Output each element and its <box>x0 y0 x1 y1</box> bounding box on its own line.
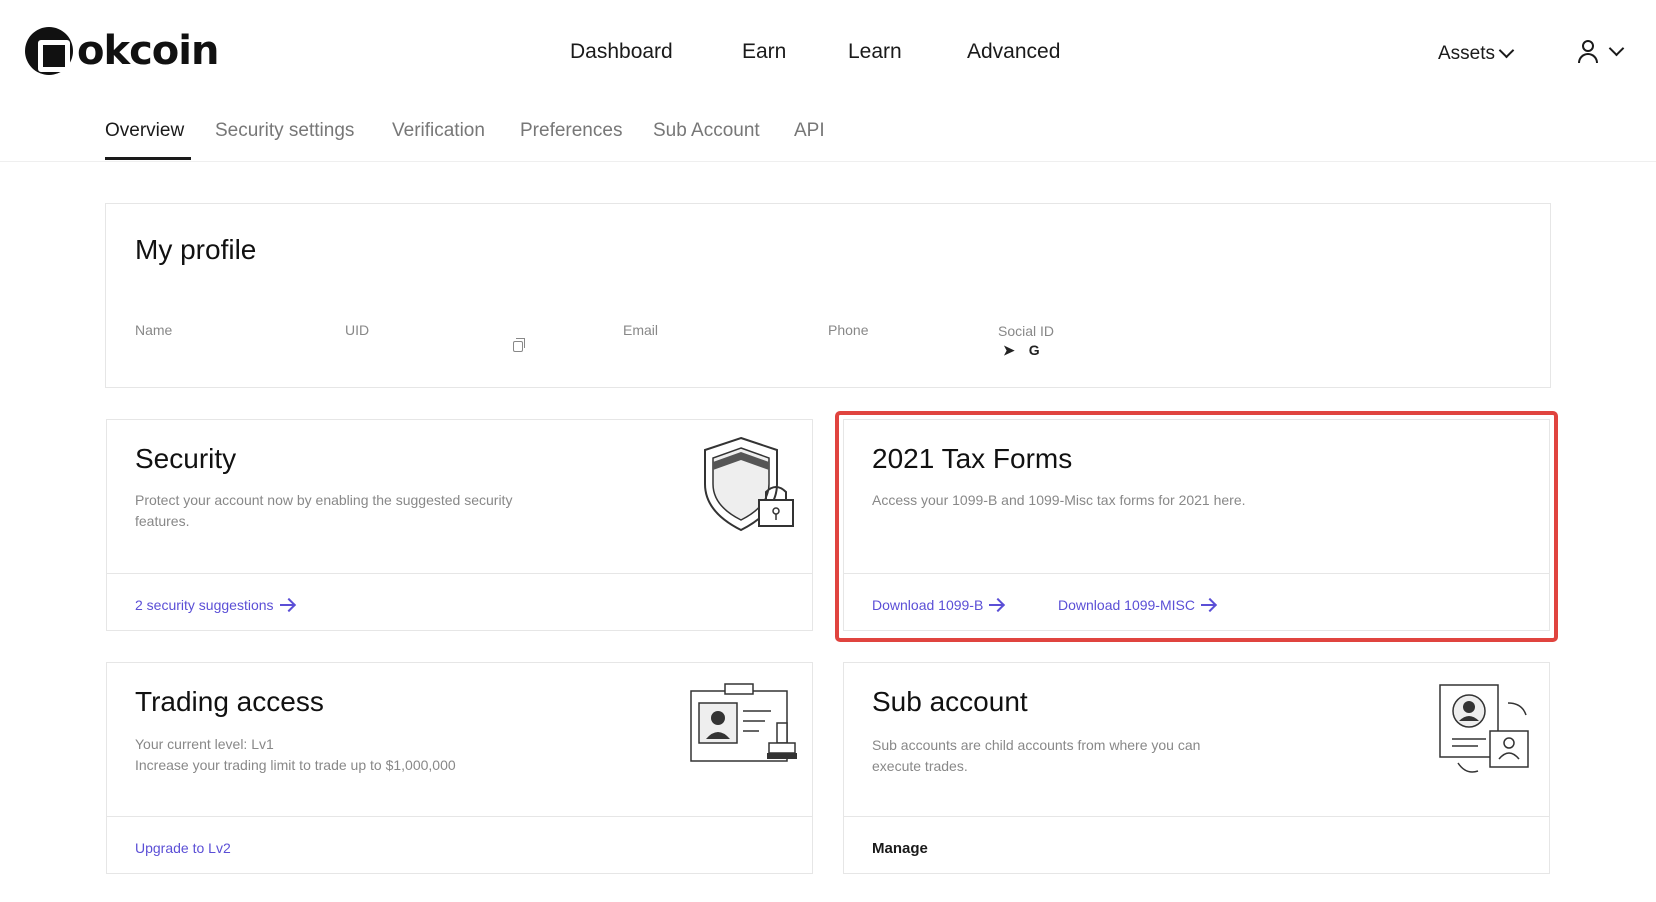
user-menu[interactable] <box>1577 40 1625 64</box>
tab-security-settings[interactable]: Security settings <box>215 120 354 142</box>
chevron-down-icon <box>1608 40 1625 57</box>
tab-preferences[interactable]: Preferences <box>520 120 622 142</box>
email-label: Email <box>623 322 659 338</box>
nav-learn[interactable]: Learn <box>848 40 902 64</box>
account-tabs: Overview Security settings Verification … <box>0 100 1656 162</box>
card-divider <box>107 573 812 574</box>
sub-account-description: Sub accounts are child accounts from whe… <box>872 737 1201 774</box>
phone-label: Phone <box>828 322 869 338</box>
google-icon[interactable]: G <box>1029 342 1040 359</box>
nav-earn[interactable]: Earn <box>742 40 786 64</box>
assets-label: Assets <box>1438 43 1496 64</box>
security-title: Security <box>135 443 237 474</box>
okcoin-logo-icon <box>25 27 73 75</box>
user-icon <box>1577 40 1599 64</box>
sub-account-card: Sub account Sub accounts are child accou… <box>843 662 1550 874</box>
active-tab-indicator <box>105 157 191 160</box>
security-suggestions-label: 2 security suggestions <box>135 597 274 613</box>
security-card: Security Protect your account now by ena… <box>106 419 813 631</box>
brand-name: okcoin <box>77 28 219 74</box>
top-navigation: okcoin Dashboard Earn Learn Advanced Ass… <box>0 0 1656 100</box>
tab-sub-account[interactable]: Sub Account <box>653 120 760 142</box>
tax-forms-highlight-box <box>835 411 1558 642</box>
assets-dropdown[interactable]: Assets <box>1438 42 1515 65</box>
profile-title: My profile <box>135 234 257 265</box>
upgrade-level-link[interactable]: Upgrade to Lv2 <box>135 840 231 856</box>
sub-account-title: Sub account <box>872 686 1028 717</box>
copy-icon[interactable] <box>513 338 525 352</box>
profile-card: My profile Name UID Email Phone Social I… <box>105 203 1551 388</box>
okcoin-logo[interactable]: okcoin <box>25 27 219 75</box>
sub-account-users-icon <box>1439 684 1529 773</box>
trading-access-title: Trading access <box>135 686 324 717</box>
shield-lock-icon <box>704 436 794 532</box>
nav-advanced[interactable]: Advanced <box>967 40 1060 64</box>
trading-limit: Increase your trading limit to trade up … <box>135 757 456 773</box>
security-description: Protect your account now by enabling the… <box>135 492 513 529</box>
chevron-down-icon <box>1498 42 1515 59</box>
nav-dashboard[interactable]: Dashboard <box>570 40 673 64</box>
arrow-right-icon <box>279 604 294 606</box>
trading-access-card: Trading access Your current level: Lv1 I… <box>106 662 813 874</box>
name-label: Name <box>135 322 173 338</box>
social-icons: ➤ G <box>1003 342 1040 359</box>
uid-label: UID <box>345 322 370 338</box>
card-divider <box>844 816 1549 817</box>
security-suggestions-link[interactable]: 2 security suggestions <box>135 597 294 613</box>
manage-sub-account-link[interactable]: Manage <box>872 840 928 857</box>
tab-verification[interactable]: Verification <box>392 120 485 142</box>
tab-overview[interactable]: Overview <box>105 120 184 142</box>
id-card-stamp-icon <box>690 683 797 762</box>
telegram-icon[interactable]: ➤ <box>1003 342 1015 359</box>
social-id-label: Social ID <box>998 323 1055 339</box>
tab-api[interactable]: API <box>794 120 825 142</box>
trading-level: Your current level: Lv1 <box>135 736 274 752</box>
card-divider <box>107 816 812 817</box>
